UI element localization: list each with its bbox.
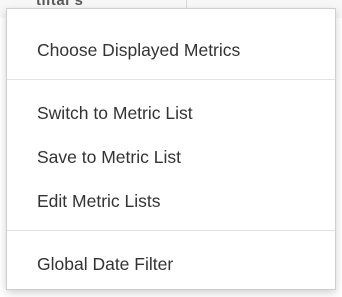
menu-item-global-date-filter[interactable]: Global Date Filter	[37, 252, 173, 276]
dropdown-menu: Choose Displayed Metrics Switch to Metri…	[6, 8, 336, 290]
menu-item-edit-metric-lists[interactable]: Edit Metric Lists	[37, 189, 161, 213]
menu-item-switch-to-metric-list[interactable]: Switch to Metric List	[37, 101, 193, 125]
menu-item-choose-displayed-metrics[interactable]: Choose Displayed Metrics	[37, 38, 240, 62]
menu-divider	[7, 230, 335, 231]
menu-divider	[7, 79, 335, 80]
menu-item-save-to-metric-list[interactable]: Save to Metric List	[37, 145, 181, 169]
